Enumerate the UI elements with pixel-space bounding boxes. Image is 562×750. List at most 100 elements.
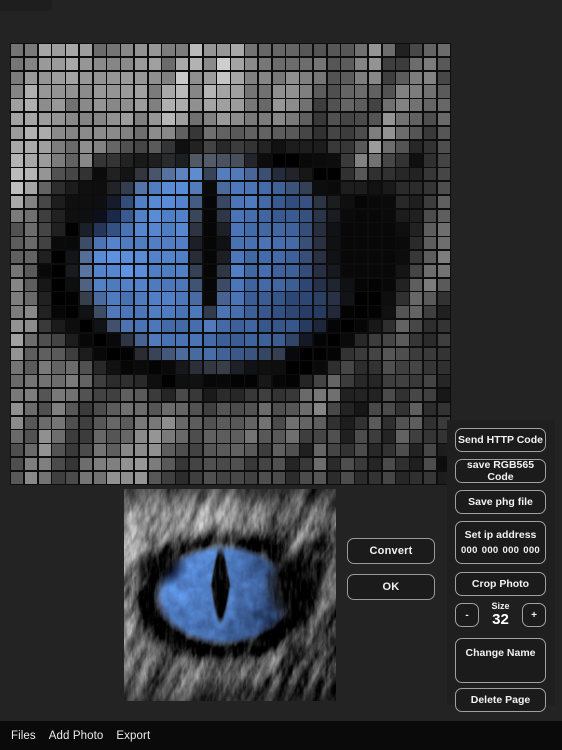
- pixel-cell[interactable]: [66, 402, 79, 416]
- pixel-cell[interactable]: [93, 250, 106, 264]
- pixel-cell[interactable]: [52, 44, 65, 57]
- pixel-cell[interactable]: [300, 237, 313, 250]
- pixel-cell[interactable]: [66, 416, 79, 429]
- pixel-cell[interactable]: [368, 471, 382, 484]
- pixel-cell[interactable]: [396, 292, 409, 305]
- pixel-cell[interactable]: [162, 126, 175, 140]
- pixel-cell[interactable]: [423, 471, 437, 484]
- convert-button[interactable]: Convert: [347, 538, 435, 564]
- pixel-cell[interactable]: [176, 154, 189, 167]
- pixel-cell[interactable]: [162, 237, 175, 250]
- pixel-cell[interactable]: [176, 402, 189, 416]
- pixel-cell[interactable]: [38, 402, 51, 416]
- pixel-cell[interactable]: [300, 57, 313, 71]
- pixel-cell[interactable]: [231, 140, 244, 153]
- pixel-cell[interactable]: [121, 237, 134, 250]
- pixel-cell[interactable]: [313, 278, 327, 291]
- pixel-cell[interactable]: [107, 361, 120, 374]
- pixel-cell[interactable]: [355, 416, 368, 429]
- pixel-cell[interactable]: [107, 71, 120, 84]
- pixel-cell[interactable]: [231, 250, 244, 264]
- pixel-cell[interactable]: [38, 347, 51, 360]
- pixel-cell[interactable]: [107, 181, 120, 195]
- pixel-cell[interactable]: [368, 99, 382, 112]
- pixel-cell[interactable]: [162, 319, 175, 333]
- pixel-cell[interactable]: [437, 168, 450, 181]
- pixel-cell[interactable]: [217, 375, 230, 388]
- pixel-cell[interactable]: [93, 237, 106, 250]
- pixel-cell[interactable]: [66, 154, 79, 167]
- pixel-cell[interactable]: [300, 99, 313, 112]
- pixel-cell[interactable]: [24, 57, 38, 71]
- pixel-cell[interactable]: [52, 57, 65, 71]
- pixel-cell[interactable]: [121, 444, 134, 457]
- pixel-cell[interactable]: [176, 416, 189, 429]
- pixel-cell[interactable]: [327, 99, 340, 112]
- pixel-cell[interactable]: [217, 347, 230, 360]
- pixel-cell[interactable]: [410, 85, 423, 98]
- pixel-cell[interactable]: [134, 195, 148, 209]
- pixel-cell[interactable]: [355, 471, 368, 484]
- pixel-cell[interactable]: [217, 430, 230, 443]
- pixel-cell[interactable]: [272, 44, 285, 57]
- pixel-cell[interactable]: [341, 112, 354, 126]
- pixel-cell[interactable]: [410, 140, 423, 153]
- pixel-cell[interactable]: [382, 457, 395, 471]
- pixel-cell[interactable]: [217, 292, 230, 305]
- pixel-cell[interactable]: [11, 181, 24, 195]
- pixel-cell[interactable]: [300, 375, 313, 388]
- pixel-cell[interactable]: [396, 361, 409, 374]
- pixel-cell[interactable]: [134, 168, 148, 181]
- pixel-cell[interactable]: [231, 57, 244, 71]
- pixel-cell[interactable]: [341, 264, 354, 278]
- pixel-cell[interactable]: [423, 99, 437, 112]
- pixel-cell[interactable]: [11, 71, 24, 84]
- pixel-cell[interactable]: [24, 44, 38, 57]
- pixel-cell[interactable]: [396, 209, 409, 222]
- pixel-cell[interactable]: [341, 402, 354, 416]
- pixel-cell[interactable]: [217, 195, 230, 209]
- pixel-cell[interactable]: [79, 99, 93, 112]
- pixel-cell[interactable]: [396, 250, 409, 264]
- pixel-cell[interactable]: [203, 444, 216, 457]
- pixel-cell[interactable]: [38, 126, 51, 140]
- pixel-cell[interactable]: [66, 168, 79, 181]
- pixel-cell[interactable]: [134, 333, 148, 347]
- size-decrement-button[interactable]: -: [455, 603, 479, 627]
- ip-octet-2[interactable]: 000: [482, 545, 499, 556]
- pixel-cell[interactable]: [121, 402, 134, 416]
- pixel-cell[interactable]: [52, 333, 65, 347]
- pixel-cell[interactable]: [189, 264, 203, 278]
- pixel-cell[interactable]: [272, 347, 285, 360]
- pixel-cell[interactable]: [24, 402, 38, 416]
- pixel-cell[interactable]: [162, 168, 175, 181]
- pixel-cell[interactable]: [93, 99, 106, 112]
- pixel-cell[interactable]: [355, 140, 368, 153]
- pixel-cell[interactable]: [272, 402, 285, 416]
- pixel-cell[interactable]: [313, 388, 327, 402]
- pixel-cell[interactable]: [52, 250, 65, 264]
- pixel-cell[interactable]: [38, 154, 51, 167]
- pixel-cell[interactable]: [162, 402, 175, 416]
- pixel-cell[interactable]: [79, 278, 93, 291]
- pixel-cell[interactable]: [148, 209, 161, 222]
- pixel-cell[interactable]: [121, 388, 134, 402]
- pixel-cell[interactable]: [148, 57, 161, 71]
- pixel-cell[interactable]: [79, 402, 93, 416]
- pixel-cell[interactable]: [176, 347, 189, 360]
- pixel-cell[interactable]: [79, 140, 93, 153]
- pixel-cell[interactable]: [189, 375, 203, 388]
- pixel-cell[interactable]: [134, 457, 148, 471]
- pixel-cell[interactable]: [382, 402, 395, 416]
- pixel-cell[interactable]: [245, 223, 258, 236]
- pixel-cell[interactable]: [258, 361, 272, 374]
- pixel-cell[interactable]: [107, 209, 120, 222]
- pixel-cell[interactable]: [437, 347, 450, 360]
- pixel-cell[interactable]: [258, 457, 272, 471]
- pixel-cell[interactable]: [368, 250, 382, 264]
- pixel-cell[interactable]: [134, 402, 148, 416]
- pixel-cell[interactable]: [382, 112, 395, 126]
- pixel-cell[interactable]: [11, 264, 24, 278]
- pixel-cell[interactable]: [24, 471, 38, 484]
- pixel-cell[interactable]: [52, 375, 65, 388]
